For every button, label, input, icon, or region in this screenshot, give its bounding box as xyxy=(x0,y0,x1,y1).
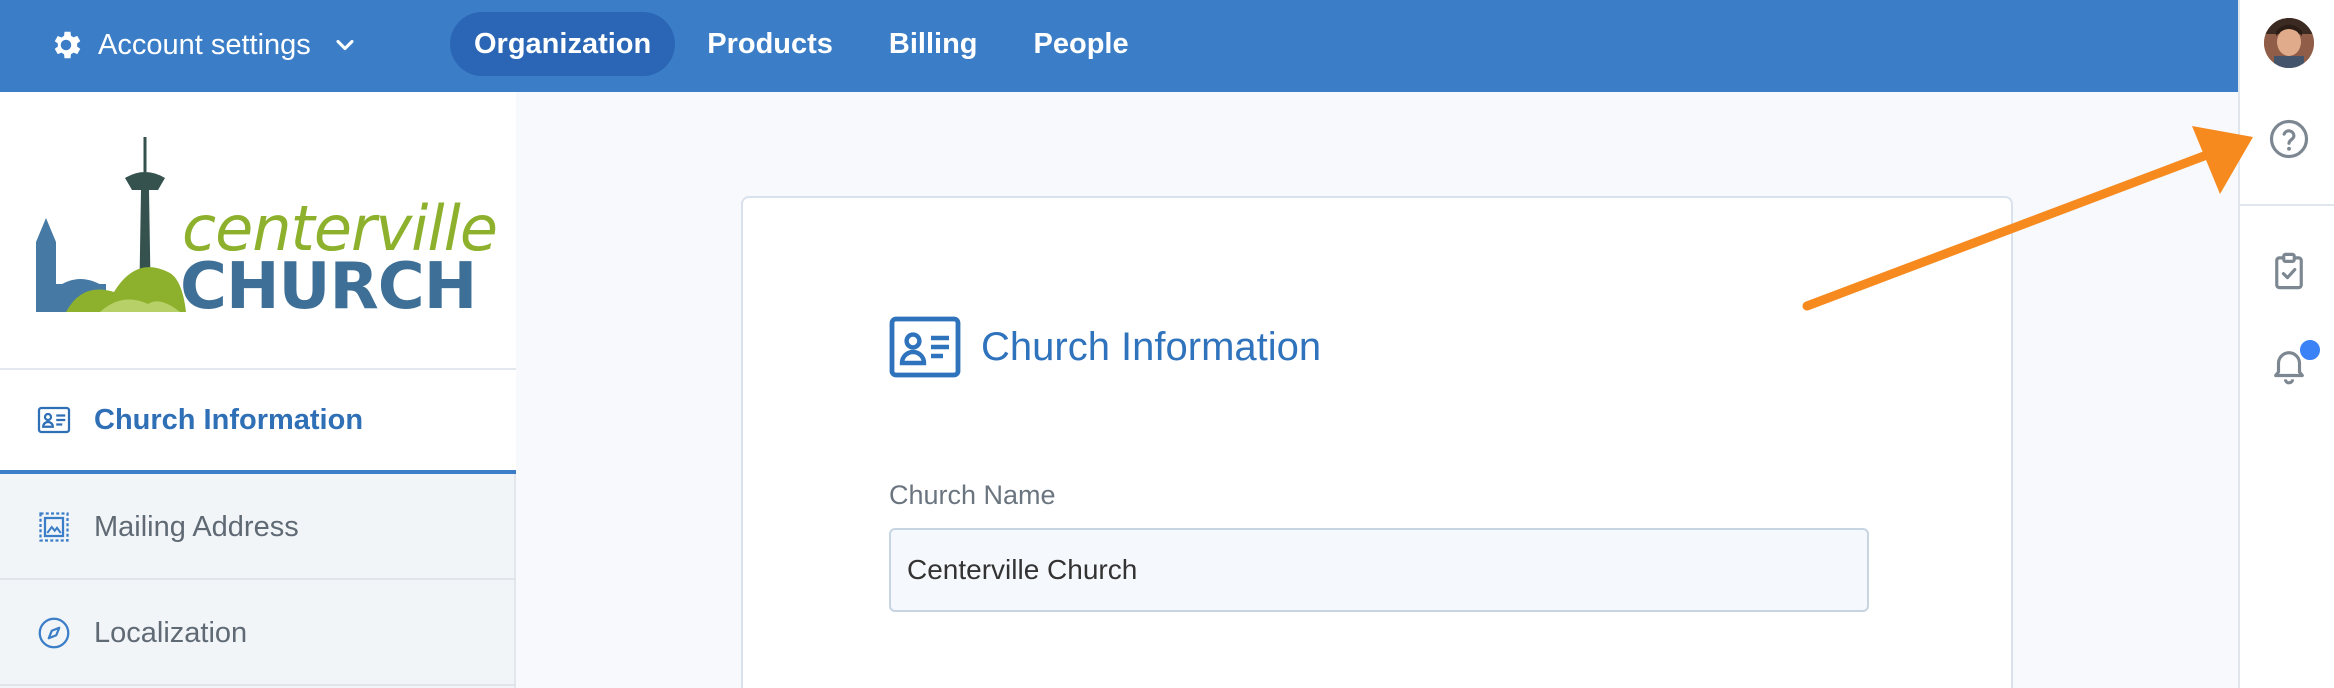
tab-organization[interactable]: Organization xyxy=(450,12,676,76)
tab-billing[interactable]: Billing xyxy=(865,12,1002,76)
compass-icon xyxy=(38,617,70,649)
id-card-icon xyxy=(37,406,71,434)
notification-dot xyxy=(2298,338,2322,362)
sidebar-item-label: Mailing Address xyxy=(94,510,299,543)
main-nav-tabs: Organization Products Billing People xyxy=(450,12,1161,76)
sidebar-item-label: Localization xyxy=(94,616,248,649)
church-name-input[interactable] xyxy=(889,528,1869,612)
card-title: Church Information xyxy=(981,324,1322,369)
chevron-down-icon xyxy=(336,39,354,51)
id-card-icon xyxy=(889,316,961,378)
help-icon[interactable] xyxy=(2268,118,2310,160)
sidebar-item-localization[interactable]: Localization xyxy=(0,582,516,686)
settings-sidebar: centerville CHURCH Church Information Ma… xyxy=(0,92,516,688)
stamp-icon xyxy=(39,512,69,542)
church-information-card: Church Information Church Name xyxy=(741,196,2013,688)
tab-people[interactable]: People xyxy=(1010,12,1153,76)
logo-text-church: CHURCH xyxy=(180,250,477,324)
avatar[interactable] xyxy=(2264,18,2314,68)
top-navigation-bar: Account settings Organization Products B… xyxy=(0,0,2238,92)
gear-icon xyxy=(54,31,81,59)
clipboard-check-icon[interactable] xyxy=(2268,250,2310,292)
rail-divider xyxy=(2240,204,2334,206)
church-name-label: Church Name xyxy=(889,480,1056,510)
right-utility-rail xyxy=(2238,0,2334,688)
account-settings-menu[interactable]: Account settings xyxy=(48,20,359,70)
tab-products[interactable]: Products xyxy=(683,12,857,76)
church-logo: centerville CHURCH xyxy=(0,92,516,370)
avatar-image xyxy=(2264,18,2314,68)
sidebar-item-mailing-address[interactable]: Mailing Address xyxy=(0,476,516,580)
sidebar-item-church-information[interactable]: Church Information xyxy=(0,370,516,474)
sidebar-item-label: Church Information xyxy=(94,403,364,436)
card-header: Church Information xyxy=(889,316,1321,378)
account-settings-label: Account settings xyxy=(98,28,311,61)
